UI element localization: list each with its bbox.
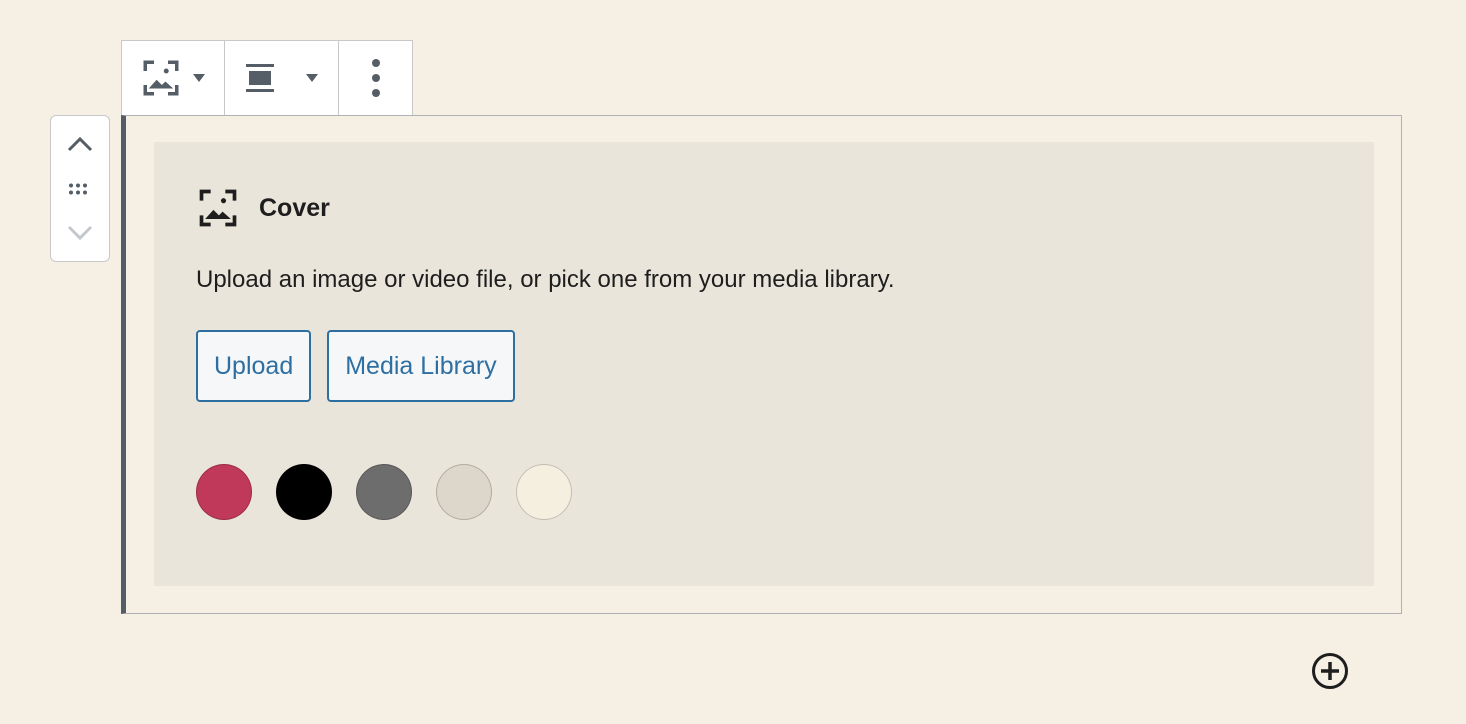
more-vertical-icon — [371, 59, 380, 97]
chevron-up-icon — [67, 136, 93, 152]
chevron-down-icon — [67, 225, 93, 241]
alignment-button[interactable] — [225, 41, 338, 115]
block-mover — [50, 115, 110, 262]
color-swatch[interactable] — [516, 464, 572, 520]
color-swatch[interactable] — [276, 464, 332, 520]
drag-handle[interactable] — [60, 169, 100, 209]
placeholder-actions: Upload Media Library — [196, 330, 515, 402]
align-wide-icon — [245, 64, 274, 92]
move-down-button[interactable] — [60, 213, 100, 253]
caret-down-icon — [305, 74, 318, 82]
block-inserter-button[interactable] — [1310, 651, 1350, 691]
more-options-button[interactable] — [339, 41, 412, 115]
alignment-group — [225, 41, 339, 115]
drag-handle-icon — [69, 183, 87, 194]
plus-circle-icon — [1312, 653, 1348, 689]
placeholder-instructions: Upload an image or video file, or pick o… — [196, 266, 895, 293]
more-options-group — [339, 41, 412, 115]
upload-button[interactable]: Upload — [196, 330, 312, 402]
placeholder-title: Cover — [259, 193, 330, 222]
block-toolbar — [121, 40, 413, 115]
move-up-button[interactable] — [60, 124, 100, 164]
color-swatch[interactable] — [356, 464, 412, 520]
cover-icon — [199, 189, 237, 227]
caret-down-icon — [193, 74, 205, 82]
block-switcher-group — [122, 41, 225, 115]
color-swatch[interactable] — [196, 464, 252, 520]
cover-icon — [143, 60, 179, 96]
color-palette — [196, 464, 572, 520]
block-switcher-button[interactable] — [122, 41, 224, 115]
cover-placeholder: Cover Upload an image or video file, or … — [154, 142, 1374, 586]
media-library-button[interactable]: Media Library — [327, 330, 515, 402]
placeholder-label: Cover — [196, 186, 330, 230]
color-swatch[interactable] — [436, 464, 492, 520]
